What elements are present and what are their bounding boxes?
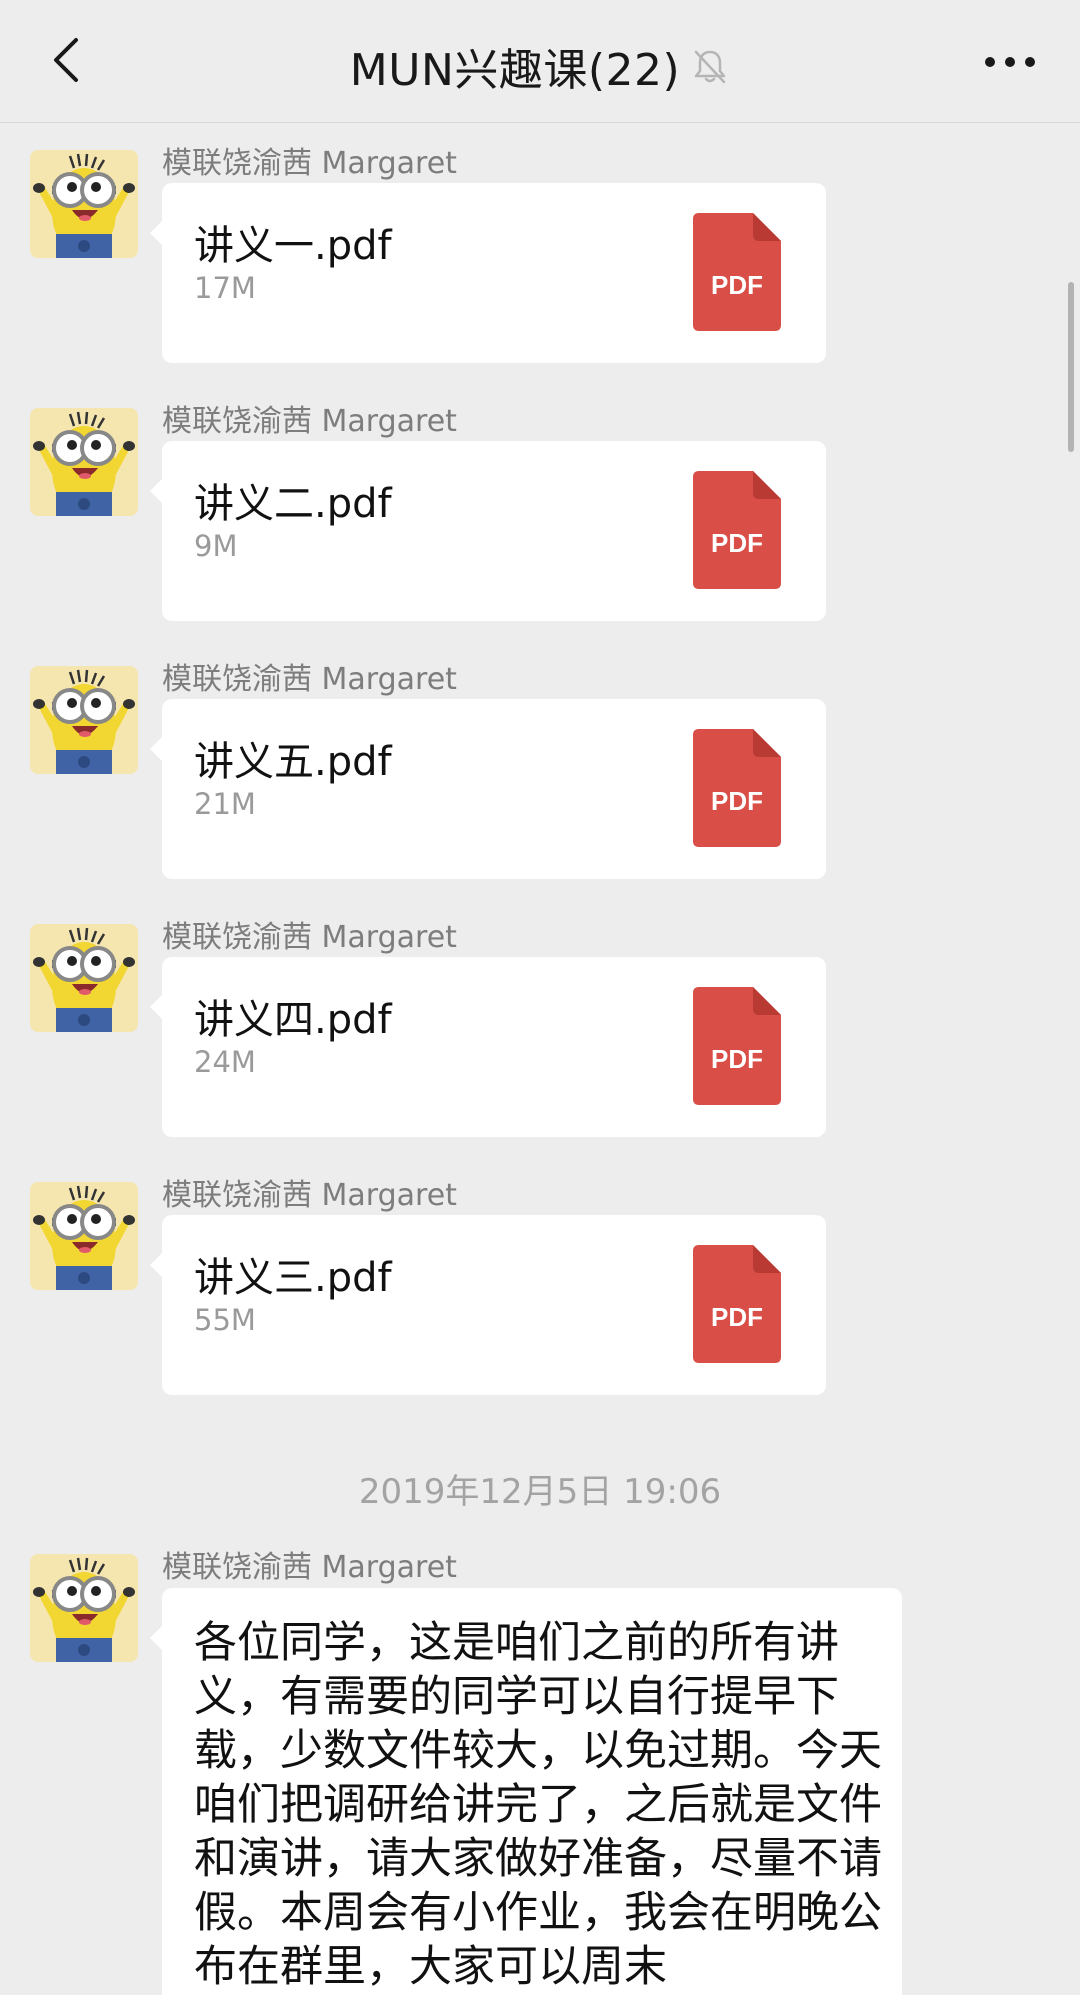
file-message-card[interactable]: 讲义一.pdf 17M PDF: [150, 183, 826, 363]
avatar[interactable]: [30, 408, 138, 516]
file-type-label: PDF: [711, 528, 763, 558]
file-type-label: PDF: [711, 270, 763, 300]
chat-screen: MUN兴趣课(22) 模联饶渝茜 Margaret 讲义一.pdf 17M PD…: [0, 0, 1080, 1995]
sender-name: 模联饶渝茜 Margaret: [162, 662, 457, 697]
file-type-label: PDF: [711, 786, 763, 816]
pdf-file-icon: PDF: [693, 987, 781, 1105]
file-size: 9M: [194, 529, 238, 563]
file-type-label: PDF: [711, 1302, 763, 1332]
title-wrap: MUN兴趣课(22): [0, 34, 1080, 96]
avatar[interactable]: [30, 1554, 138, 1662]
avatar[interactable]: [30, 666, 138, 774]
file-name: 讲义四.pdf: [194, 997, 392, 1043]
file-message-card[interactable]: 讲义二.pdf 9M PDF: [150, 441, 826, 621]
pdf-file-icon: PDF: [693, 213, 781, 331]
sender-name: 模联饶渝茜 Margaret: [162, 1178, 457, 1213]
chat-header: MUN兴趣课(22): [0, 0, 1080, 123]
pdf-file-icon: PDF: [693, 471, 781, 589]
file-message-card[interactable]: 讲义四.pdf 24M PDF: [150, 957, 826, 1137]
sender-name: 模联饶渝茜 Margaret: [162, 920, 457, 955]
pdf-file-icon: PDF: [693, 1245, 781, 1363]
file-size: 55M: [194, 1303, 256, 1337]
file-size: 24M: [194, 1045, 256, 1079]
more-button[interactable]: [980, 40, 1040, 84]
file-size: 21M: [194, 787, 256, 821]
file-type-label: PDF: [711, 1044, 763, 1074]
bell-off-icon: [690, 46, 730, 86]
file-message-card[interactable]: 讲义五.pdf 21M PDF: [150, 699, 826, 879]
message-timestamp: 2019年12月5日 19:06: [358, 1472, 722, 1512]
sender-name: 模联饶渝茜 Margaret: [162, 1550, 457, 1585]
text-message-bubble[interactable]: 各位同学，这是咱们之前的所有讲义，有需要的同学可以自行提早下载，少数文件较大，以…: [150, 1588, 902, 1995]
scrollbar[interactable]: [1068, 282, 1074, 452]
file-name: 讲义五.pdf: [194, 739, 392, 785]
avatar[interactable]: [30, 924, 138, 1032]
chat-title: MUN兴趣课(22): [349, 45, 681, 96]
sender-name: 模联饶渝茜 Margaret: [162, 146, 457, 181]
pdf-file-icon: PDF: [693, 729, 781, 847]
file-name: 讲义一.pdf: [194, 223, 392, 269]
file-size: 17M: [194, 271, 256, 305]
sender-name: 模联饶渝茜 Margaret: [162, 404, 457, 439]
avatar[interactable]: [30, 1182, 138, 1290]
file-message-card[interactable]: 讲义三.pdf 55M PDF: [150, 1215, 826, 1395]
message-text: 各位同学，这是咱们之前的所有讲义，有需要的同学可以自行提早下载，少数文件较大，以…: [194, 1618, 882, 1992]
file-name: 讲义二.pdf: [194, 481, 392, 527]
more-dots-icon: [985, 57, 1035, 67]
file-name: 讲义三.pdf: [194, 1255, 392, 1301]
avatar[interactable]: [30, 150, 138, 258]
